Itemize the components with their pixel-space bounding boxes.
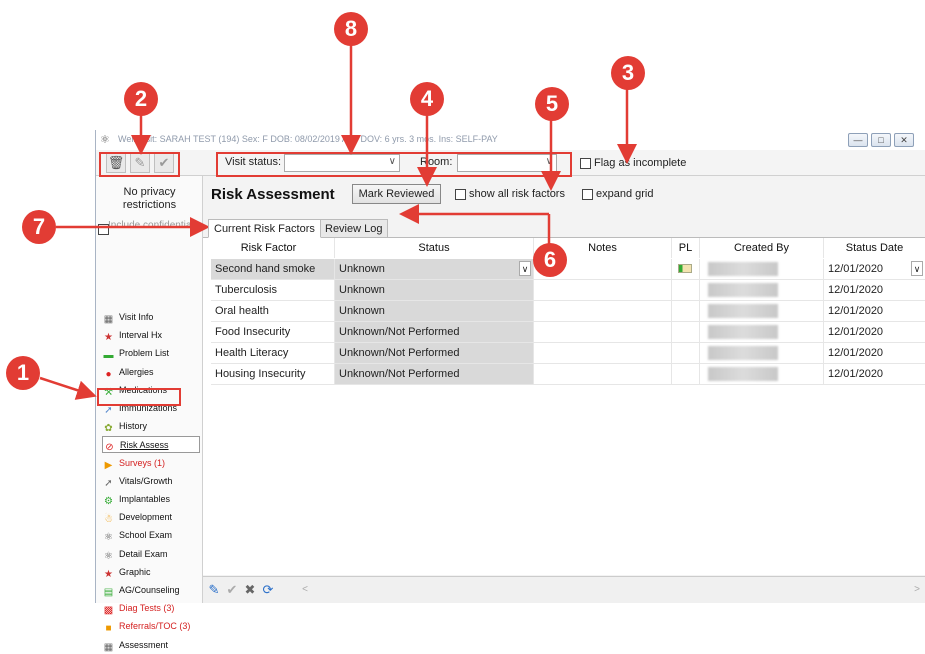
callout-8: 8 bbox=[334, 12, 368, 46]
highlight-toolbar-buttons bbox=[99, 152, 180, 177]
callout-7: 7 bbox=[22, 210, 56, 244]
callout-5: 5 bbox=[535, 87, 569, 121]
highlight-status-room bbox=[216, 152, 572, 177]
callout-2: 2 bbox=[124, 82, 158, 116]
callout-4: 4 bbox=[410, 82, 444, 116]
assessment-icon: ▦ bbox=[103, 641, 114, 653]
highlight-risk-assess bbox=[97, 388, 181, 406]
sidebar-item-label: Referrals/TOC (3) bbox=[119, 621, 191, 632]
callout-3: 3 bbox=[611, 56, 645, 90]
callout-1: 1 bbox=[6, 356, 40, 390]
sidebar-item-label: Diag Tests (3) bbox=[119, 603, 175, 614]
arrow-1 bbox=[39, 376, 97, 400]
sidebar-item-label: Assessment bbox=[119, 639, 169, 650]
tab-current-risk-factors[interactable]: Current Risk Factors bbox=[208, 219, 321, 238]
callout-6: 6 bbox=[533, 243, 567, 277]
diag-tests-icon: ▩ bbox=[103, 605, 114, 617]
sidebar-item-referrals-toc-3[interactable]: ■ Referrals/TOC (3) bbox=[102, 618, 200, 635]
sidebar-item-assessment[interactable]: ▦ Assessment bbox=[102, 637, 200, 654]
referrals-icon: ■ bbox=[105, 623, 112, 635]
